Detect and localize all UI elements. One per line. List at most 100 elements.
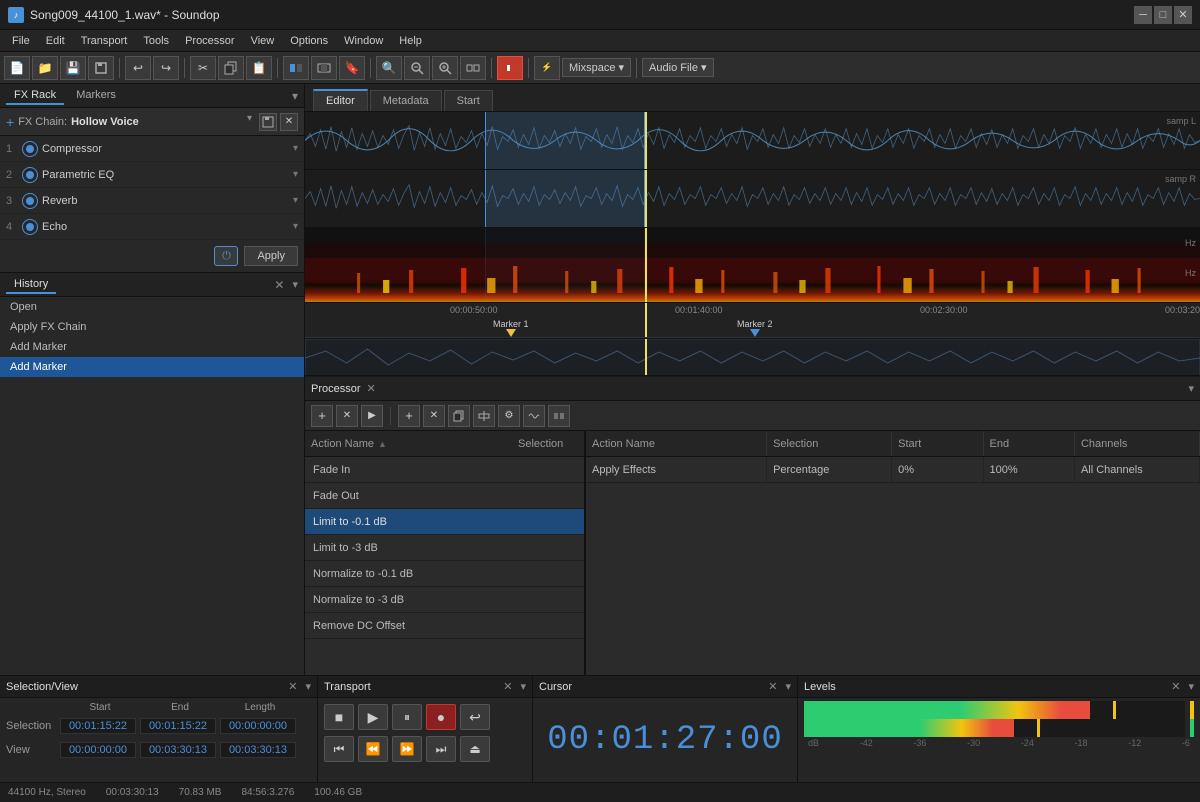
selection-start[interactable] [60, 718, 136, 734]
processor-panel-dropdown[interactable]: ▾ [1188, 382, 1194, 395]
menu-transport[interactable]: Transport [73, 33, 136, 49]
fx-chain-close[interactable]: ✕ [280, 113, 298, 131]
transport-stop[interactable]: ■ [324, 704, 354, 730]
menu-file[interactable]: File [4, 33, 38, 49]
toolbar-redo[interactable]: ↪ [153, 56, 179, 80]
fx-name-4[interactable]: Echo [42, 221, 293, 233]
minimize-button[interactable]: ─ [1134, 6, 1152, 24]
view-start[interactable] [60, 742, 136, 758]
fx-rack-panel-close[interactable]: ▾ [292, 89, 298, 103]
transport-play[interactable]: ▶ [358, 704, 388, 730]
proc-item-3[interactable]: Limit to -3 dB [305, 535, 584, 561]
proc-item-0[interactable]: Fade In [305, 457, 584, 483]
toolbar-open[interactable]: 📁 [32, 56, 58, 80]
transport-dropdown[interactable]: ▾ [520, 680, 526, 693]
toolbar-save-as[interactable] [88, 56, 114, 80]
toolbar-trim[interactable] [311, 56, 337, 80]
proc-gear[interactable]: ⚙ [498, 405, 520, 427]
history-item-2[interactable]: Add Marker [0, 337, 304, 357]
proc-remove-btn[interactable]: ✕ [336, 405, 358, 427]
toolbar-zoom-in[interactable] [432, 56, 458, 80]
tab-editor[interactable]: Editor [313, 89, 368, 111]
toolbar-meter[interactable] [497, 56, 523, 80]
view-length[interactable] [220, 742, 296, 758]
proc-add-btn[interactable]: + [311, 405, 333, 427]
marker-2[interactable]: Marker 2 [737, 319, 773, 337]
transport-pause[interactable]: ⏸ [392, 704, 422, 730]
transport-rewind[interactable]: ⏪ [358, 736, 388, 762]
cursor-dropdown[interactable]: ▾ [785, 680, 791, 693]
toolbar-mixspace[interactable]: ⚡ [534, 56, 560, 80]
waveform-track-r[interactable]: samp R [305, 170, 1200, 228]
menu-view[interactable]: View [243, 33, 283, 49]
fx-name-3[interactable]: Reverb [42, 195, 293, 207]
toolbar-new[interactable]: 📄 [4, 56, 30, 80]
history-close[interactable]: ✕ [274, 278, 284, 292]
waveform-track-l[interactable]: samp L [305, 112, 1200, 170]
fx-expand-2[interactable]: ▾ [293, 169, 298, 180]
processor-tab[interactable]: Processor [311, 383, 361, 395]
fx-power-2[interactable] [22, 167, 38, 183]
toolbar-undo[interactable]: ↩ [125, 56, 151, 80]
transport-skip-start[interactable]: ⏮ [324, 736, 354, 762]
proc-item-1[interactable]: Fade Out [305, 483, 584, 509]
selection-view-close[interactable]: ✕ [288, 680, 297, 693]
add-fx-button[interactable]: + [6, 114, 14, 130]
toolbar-audio-file[interactable]: Audio File ▾ [642, 58, 714, 77]
fx-global-power[interactable]: ⏻ [214, 246, 238, 266]
toolbar-fit[interactable] [460, 56, 486, 80]
fx-expand-1[interactable]: ▾ [293, 143, 298, 154]
history-item-0[interactable]: Open [0, 297, 304, 317]
time-ruler[interactable]: 00:00:50:00 00:01:40:00 00:02:30:00 00:0… [305, 303, 1200, 338]
cursor-close[interactable]: ✕ [768, 680, 777, 693]
toolbar-paste[interactable]: 📋 [246, 56, 272, 80]
menu-tools[interactable]: Tools [135, 33, 177, 49]
fx-expand-4[interactable]: ▾ [293, 221, 298, 232]
fx-name-2[interactable]: Parametric EQ [42, 169, 293, 181]
transport-eject[interactable]: ⏏ [460, 736, 490, 762]
selection-view-dropdown[interactable]: ▾ [305, 680, 311, 693]
transport-loop[interactable]: ↩ [460, 704, 490, 730]
menu-help[interactable]: Help [391, 33, 430, 49]
transport-ffwd[interactable]: ⏩ [392, 736, 422, 762]
tab-metadata[interactable]: Metadata [370, 90, 442, 111]
menu-window[interactable]: Window [336, 33, 391, 49]
tab-start[interactable]: Start [444, 90, 493, 111]
close-button[interactable]: ✕ [1174, 6, 1192, 24]
fx-rack-tab[interactable]: FX Rack [6, 87, 64, 105]
history-dropdown[interactable]: ▾ [292, 278, 298, 291]
proc-item-6[interactable]: Remove DC Offset [305, 613, 584, 639]
levels-close[interactable]: ✕ [1171, 680, 1180, 693]
history-item-1[interactable]: Apply FX Chain [0, 317, 304, 337]
fx-power-4[interactable] [22, 219, 38, 235]
maximize-button[interactable]: □ [1154, 6, 1172, 24]
transport-skip-end[interactable]: ⏭ [426, 736, 456, 762]
proc-action-add[interactable]: + [398, 405, 420, 427]
markers-tab[interactable]: Markers [68, 87, 124, 105]
fx-expand-3[interactable]: ▾ [293, 195, 298, 206]
fx-chain-dropdown[interactable]: ▾ [247, 113, 252, 131]
toolbar-zoom-out[interactable]: 🔍 [376, 56, 402, 80]
history-tab[interactable]: History [6, 276, 56, 294]
overview-strip[interactable] [305, 338, 1200, 376]
toolbar-mixspace-label[interactable]: Mixspace ▾ [562, 58, 631, 77]
fx-power-1[interactable] [22, 141, 38, 157]
marker-1[interactable]: Marker 1 [493, 319, 529, 337]
transport-record[interactable]: ● [426, 704, 456, 730]
fx-apply-button[interactable]: Apply [244, 246, 298, 266]
menu-processor[interactable]: Processor [177, 33, 243, 49]
history-item-3[interactable]: Add Marker [0, 357, 304, 377]
levels-dropdown[interactable]: ▾ [1188, 680, 1194, 693]
proc-item-2[interactable]: Limit to -0.1 dB [305, 509, 584, 535]
proc-action-remove[interactable]: ✕ [423, 405, 445, 427]
proc-action-copy[interactable] [448, 405, 470, 427]
fx-chain-save[interactable] [259, 113, 277, 131]
transport-close[interactable]: ✕ [503, 680, 512, 693]
view-end[interactable] [140, 742, 216, 758]
proc-action-row-0[interactable]: Apply Effects Percentage 0% 100% All Cha… [586, 457, 1200, 483]
toolbar-zoom-region[interactable] [283, 56, 309, 80]
menu-options[interactable]: Options [282, 33, 336, 49]
toolbar-cut[interactable]: ✂ [190, 56, 216, 80]
proc-run-btn[interactable]: ▶ [361, 405, 383, 427]
proc-wave2[interactable] [548, 405, 570, 427]
